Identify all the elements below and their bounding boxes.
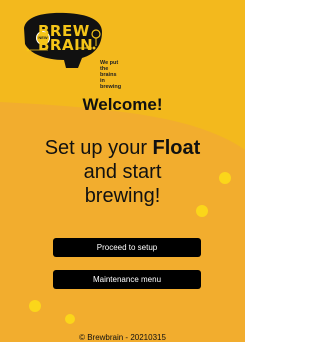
maintenance-menu-button[interactable]: Maintenance menu xyxy=(53,270,201,289)
tagline-line-3: in brewing xyxy=(100,78,122,90)
headline-part-2: and start xyxy=(83,161,162,183)
welcome-heading: Welcome! xyxy=(82,95,163,114)
tagline-line-2: the brains xyxy=(100,66,117,78)
setup-headline: Set up your Float and start brewing! xyxy=(0,136,245,208)
headline-part-1: Set up your xyxy=(44,137,153,159)
decor-dot xyxy=(65,314,75,324)
decor-dot xyxy=(219,172,231,184)
welcome-screen: NEW BREW BRAIN We put the brains in brew… xyxy=(0,0,245,342)
decor-dot xyxy=(196,205,208,217)
headline-part-3: brewing! xyxy=(84,185,161,207)
logo-tagline: We put the brains in brewing xyxy=(100,60,126,90)
decor-dot xyxy=(29,300,41,312)
footer-copyright: © Brewbrain - 20210315 xyxy=(79,333,166,342)
logo-wordmark: BREW BRAIN xyxy=(38,24,94,54)
proceed-to-setup-button[interactable]: Proceed to setup xyxy=(53,238,201,257)
logo-line-brain: BRAIN xyxy=(38,36,94,54)
brewbrain-logo: NEW BREW BRAIN We put the brains in brew… xyxy=(16,10,126,90)
headline-product-name: Float xyxy=(152,137,201,159)
